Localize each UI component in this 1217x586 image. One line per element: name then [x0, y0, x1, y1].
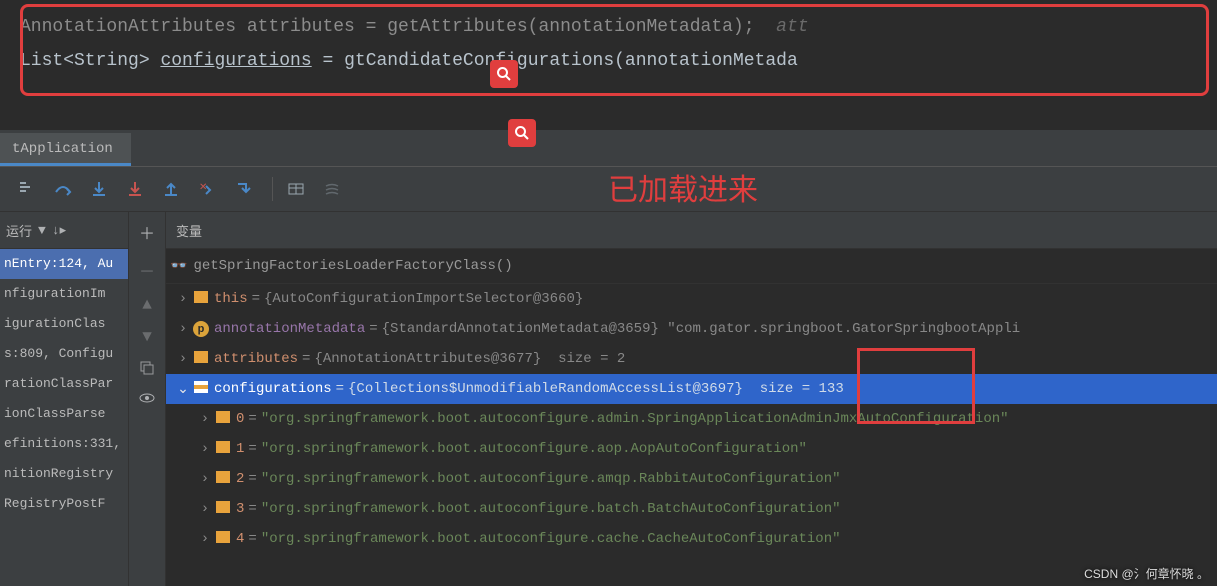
step-over-icon[interactable]	[48, 174, 78, 204]
frame-item[interactable]: igurationClas	[0, 309, 128, 339]
chevron-right-icon[interactable]: ›	[174, 351, 192, 367]
chevron-right-icon[interactable]: ›	[174, 291, 192, 307]
list-item[interactable]: › 3="org.springframework.boot.autoconfig…	[166, 494, 1217, 524]
variables-header: 变量	[166, 212, 1217, 249]
debugger-tab-bar: tApplication	[0, 130, 1217, 167]
remove-watch-icon[interactable]: －	[139, 258, 155, 282]
list-item[interactable]: › 2="org.springframework.boot.autoconfig…	[166, 464, 1217, 494]
frame-item[interactable]: nitionRegistry	[0, 459, 128, 489]
variables-side-toolbar: ＋ － ▲ ▼	[129, 212, 166, 586]
frame-item[interactable]: rationClassPar	[0, 369, 128, 399]
variable-row[interactable]: › attributes={AnnotationAttributes@3677}…	[166, 344, 1217, 374]
run-to-cursor-icon[interactable]	[228, 174, 258, 204]
frame-item[interactable]: s:809, Configu	[0, 339, 128, 369]
field-icon	[192, 351, 210, 368]
frame-item[interactable]: nfigurationIm	[0, 279, 128, 309]
field-icon	[214, 531, 232, 548]
chevron-right-icon[interactable]: ›	[196, 441, 214, 457]
code-line-1: AnnotationAttributes attributes = getAtt…	[20, 10, 1197, 44]
step-out-icon[interactable]	[156, 174, 186, 204]
show-watches-icon[interactable]	[139, 390, 155, 406]
watch-expression[interactable]: 👓 getSpringFactoriesLoaderFactoryClass()	[166, 249, 1217, 284]
chevron-right-icon[interactable]: ›	[196, 411, 214, 427]
variable-row[interactable]: ⌄ configurations={Collections$Unmodifiab…	[166, 374, 1217, 404]
add-watch-icon[interactable]: ＋	[139, 220, 155, 244]
show-execution-point-icon[interactable]	[12, 174, 42, 204]
watermark: CSDN @氵何章怀晓 。	[1084, 565, 1209, 582]
list-item[interactable]: › 0="org.springframework.boot.autoconfig…	[166, 404, 1217, 434]
variables-panel: 变量 👓 getSpringFactoriesLoaderFactoryClas…	[166, 212, 1217, 586]
search-icon[interactable]	[490, 60, 518, 88]
chevron-down-icon[interactable]: ⌄	[174, 381, 192, 398]
list-item[interactable]: › 4="org.springframework.boot.autoconfig…	[166, 524, 1217, 554]
variables-tree[interactable]: › this={AutoConfigurationImportSelector@…	[166, 284, 1217, 586]
search-icon[interactable]	[508, 119, 536, 147]
frame-item[interactable]: nEntry:124, Au	[0, 249, 128, 279]
trace-current-stream-chain-icon[interactable]	[317, 174, 347, 204]
frame-item[interactable]: ionClassParse	[0, 399, 128, 429]
step-into-icon[interactable]	[84, 174, 114, 204]
glasses-icon: 👓	[170, 258, 187, 275]
field-icon	[192, 381, 210, 398]
frame-item[interactable]: efinitions:331,	[0, 429, 128, 459]
variable-row[interactable]: › p annotationMetadata={StandardAnnotati…	[166, 314, 1217, 344]
variable-row[interactable]: › this={AutoConfigurationImportSelector@…	[166, 284, 1217, 314]
filter-icon[interactable]: ▼	[38, 223, 46, 238]
list-item[interactable]: › 1="org.springframework.boot.autoconfig…	[166, 434, 1217, 464]
move-up-icon[interactable]: ▲	[142, 296, 152, 314]
duplicate-icon[interactable]	[139, 360, 155, 376]
frame-item[interactable]: RegistryPostF	[0, 489, 128, 519]
field-icon	[214, 471, 232, 488]
chevron-right-icon[interactable]: ›	[196, 501, 214, 517]
editor-code-area: AnnotationAttributes attributes = getAtt…	[0, 0, 1217, 130]
annotation-loaded-label: 已加载进来	[608, 165, 758, 209]
chevron-right-icon[interactable]: ›	[174, 321, 192, 337]
field-icon	[214, 441, 232, 458]
more-icon[interactable]: ↓▸	[52, 223, 66, 238]
tab-application[interactable]: tApplication	[0, 133, 131, 166]
field-icon	[192, 291, 210, 308]
move-down-icon[interactable]: ▼	[142, 328, 152, 346]
svg-text:✕: ✕	[199, 183, 207, 194]
frames-header: 运行 ▼ ↓▸	[0, 212, 128, 249]
code-line-2: List<String> configurations = gtCandidat…	[20, 44, 1197, 78]
force-step-into-icon[interactable]	[120, 174, 150, 204]
parameter-icon: p	[192, 321, 210, 337]
drop-frame-icon[interactable]: ✕	[192, 174, 222, 204]
chevron-right-icon[interactable]: ›	[196, 531, 214, 547]
field-icon	[214, 411, 232, 428]
chevron-right-icon[interactable]: ›	[196, 471, 214, 487]
frames-panel: 运行 ▼ ↓▸ nEntry:124, Au nfigurationIm igu…	[0, 212, 129, 586]
field-icon	[214, 501, 232, 518]
evaluate-expression-icon[interactable]	[281, 174, 311, 204]
frame-list[interactable]: nEntry:124, Au nfigurationIm igurationCl…	[0, 249, 128, 586]
